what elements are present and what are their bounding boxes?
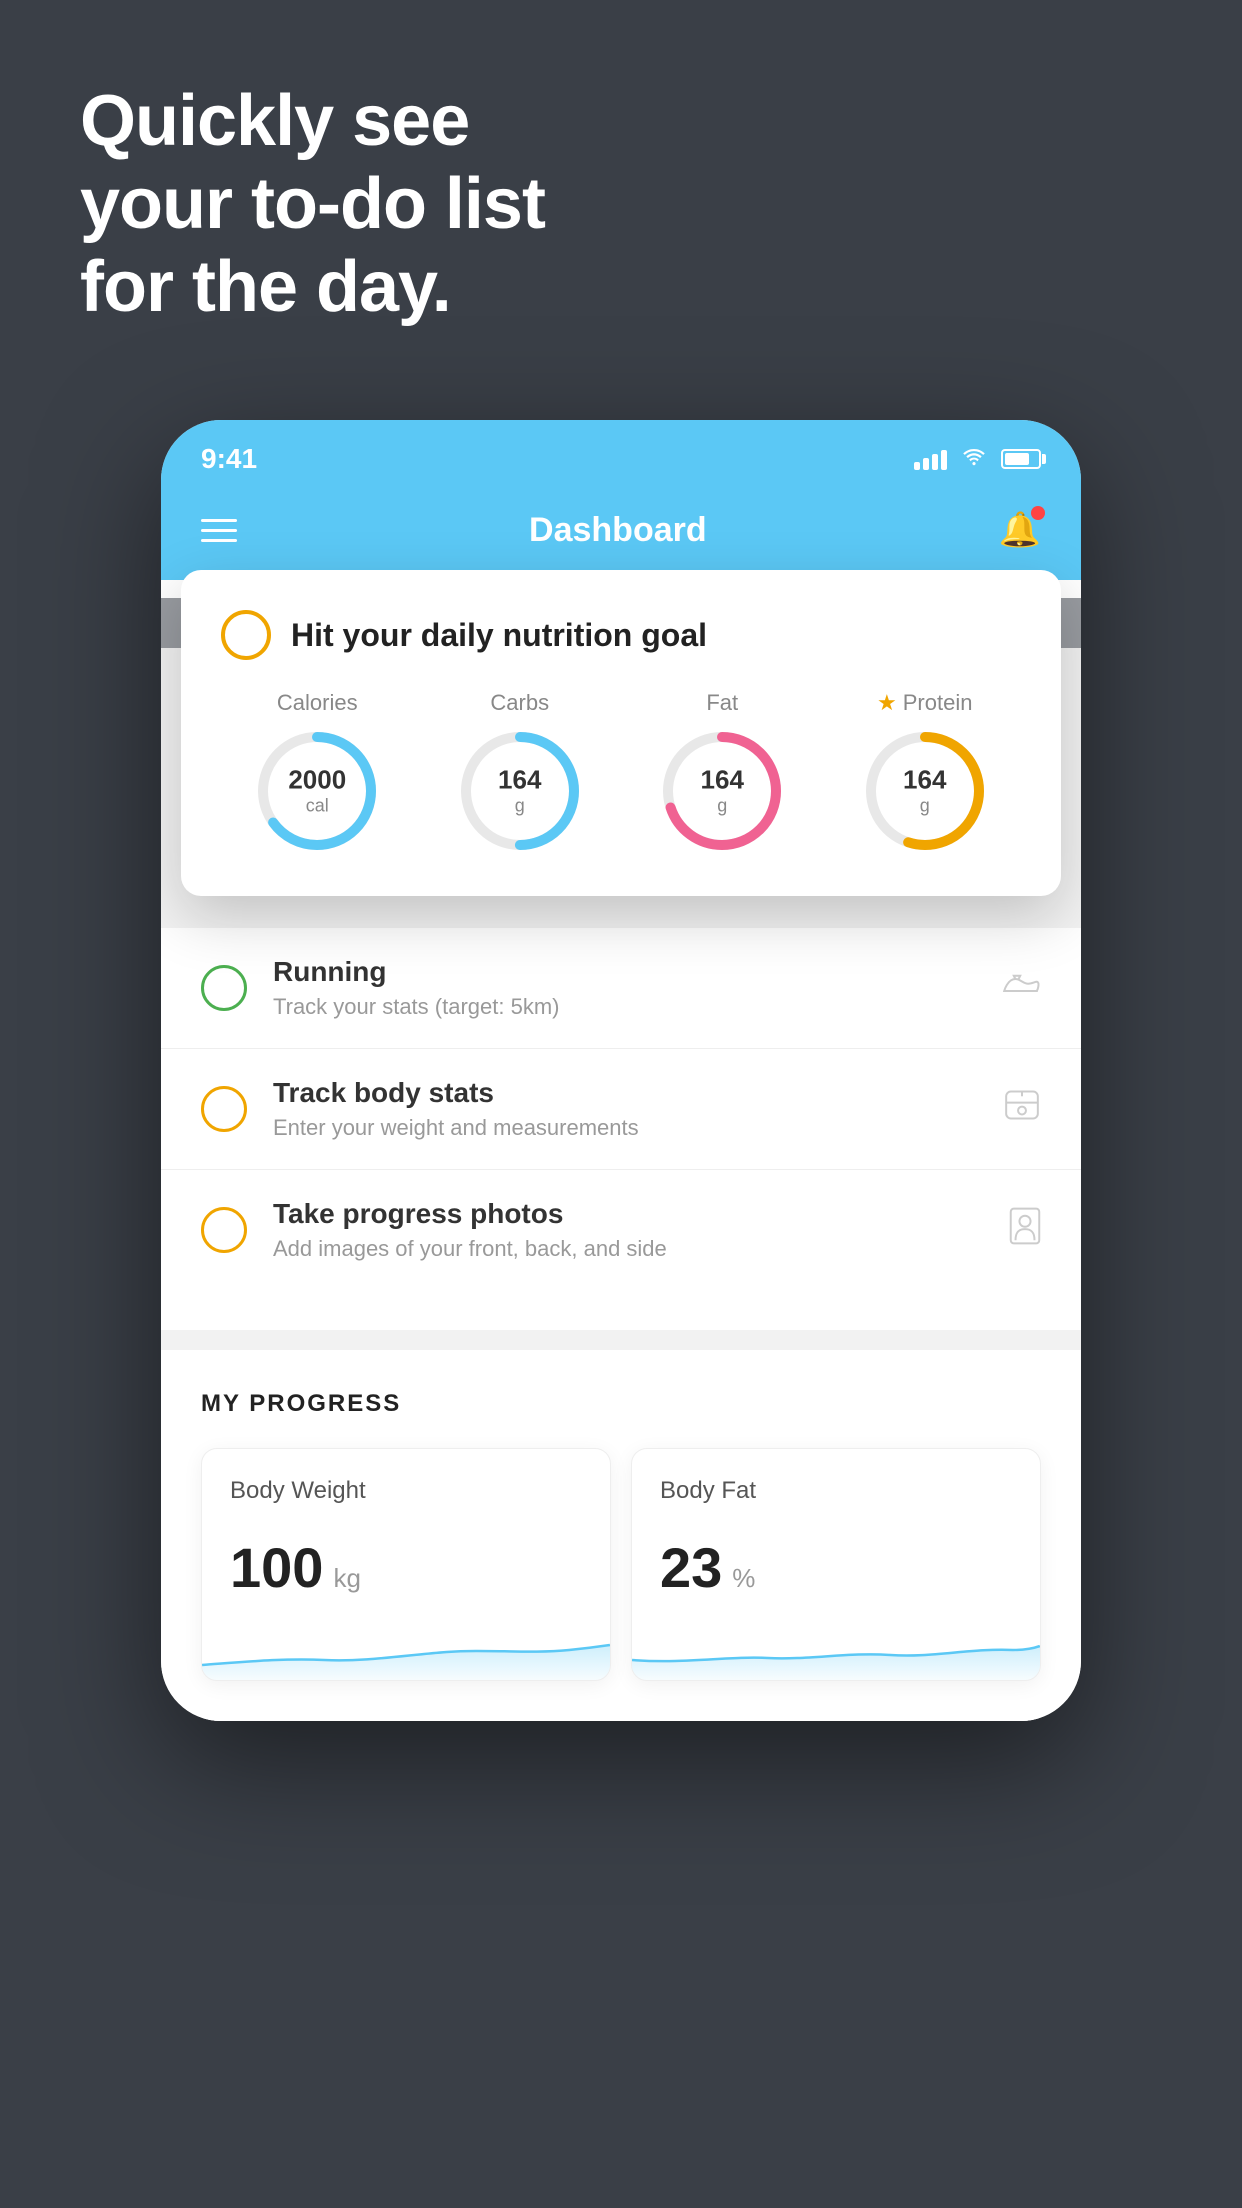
body-fat-card: Body Fat 23 % [631, 1448, 1041, 1681]
carbs-label: Carbs [490, 690, 549, 716]
progress-cards: Body Weight 100 kg [201, 1448, 1041, 1681]
protein-ring: 164 g [860, 726, 990, 856]
hamburger-menu[interactable] [201, 519, 237, 542]
todo-title-photos: Take progress photos [273, 1198, 983, 1230]
nav-bar: Dashboard 🔔 [161, 490, 1081, 580]
hero-heading: Quickly see your to-do list for the day. [80, 80, 545, 328]
progress-section: MY PROGRESS Body Weight 100 kg [161, 1350, 1081, 1721]
body-weight-card: Body Weight 100 kg [201, 1448, 611, 1681]
todo-title-bodystats: Track body stats [273, 1077, 977, 1109]
notification-dot [1031, 506, 1045, 520]
body-fat-value: 23 [660, 1535, 722, 1600]
body-fat-unit: % [732, 1563, 755, 1594]
body-weight-unit: kg [333, 1563, 360, 1594]
protein-label: Protein [903, 690, 973, 716]
body-weight-value-row: 100 kg [230, 1535, 582, 1600]
body-weight-sparkline [202, 1620, 610, 1680]
calories-label: Calories [277, 690, 358, 716]
todo-subtitle-bodystats: Enter your weight and measurements [273, 1115, 977, 1141]
nutrition-protein: ★ Protein 164 g [860, 690, 990, 856]
todo-text-running: Running Track your stats (target: 5km) [273, 956, 975, 1020]
status-icons [914, 445, 1041, 473]
body-fat-value-row: 23 % [660, 1535, 1012, 1600]
calories-ring: 2000 cal [252, 726, 382, 856]
signal-icon [914, 448, 947, 470]
todo-item-running[interactable]: Running Track your stats (target: 5km) [161, 928, 1081, 1049]
shoe-icon [1001, 967, 1041, 1009]
todo-subtitle-photos: Add images of your front, back, and side [273, 1236, 983, 1262]
scale-icon [1003, 1088, 1041, 1131]
todo-text-bodystats: Track body stats Enter your weight and m… [273, 1077, 977, 1141]
body-fat-title: Body Fat [660, 1477, 1012, 1505]
star-icon: ★ [877, 690, 897, 716]
nutrition-fat: Fat 164 g [657, 690, 787, 856]
nav-title: Dashboard [529, 511, 707, 550]
nutrition-card-title: Hit your daily nutrition goal [291, 617, 707, 654]
wifi-icon [961, 445, 987, 473]
status-bar: 9:41 [161, 420, 1081, 490]
nutrition-calories: Calories 2000 cal [252, 690, 382, 856]
todo-title-running: Running [273, 956, 975, 988]
fat-label: Fat [706, 690, 738, 716]
body-weight-value: 100 [230, 1535, 323, 1600]
nutrition-card: Hit your daily nutrition goal Calories 2 [181, 570, 1061, 896]
carbs-ring: 164 g [455, 726, 585, 856]
todo-list: Running Track your stats (target: 5km) T… [161, 928, 1081, 1290]
nutrition-row: Calories 2000 cal [221, 690, 1021, 856]
phone-mockup: 9:41 [161, 420, 1081, 1721]
body-fat-sparkline [632, 1620, 1040, 1680]
todo-circle-nutrition [221, 610, 271, 660]
fat-ring: 164 g [657, 726, 787, 856]
todo-text-photos: Take progress photos Add images of your … [273, 1198, 983, 1262]
body-weight-title: Body Weight [230, 1477, 582, 1505]
person-icon [1009, 1207, 1041, 1254]
battery-icon [1001, 449, 1041, 469]
progress-title: MY PROGRESS [201, 1390, 1041, 1418]
todo-circle-photos [201, 1207, 247, 1253]
status-time: 9:41 [201, 443, 257, 475]
todo-circle-bodystats [201, 1086, 247, 1132]
nutrition-carbs: Carbs 164 g [455, 690, 585, 856]
notification-bell[interactable]: 🔔 [999, 510, 1041, 550]
todo-item-photos[interactable]: Take progress photos Add images of your … [161, 1170, 1081, 1290]
content-area: THINGS TO DO TODAY Hit your daily nutrit… [161, 580, 1081, 648]
todo-circle-running [201, 965, 247, 1011]
todo-item-bodystats[interactable]: Track body stats Enter your weight and m… [161, 1049, 1081, 1170]
todo-subtitle-running: Track your stats (target: 5km) [273, 994, 975, 1020]
